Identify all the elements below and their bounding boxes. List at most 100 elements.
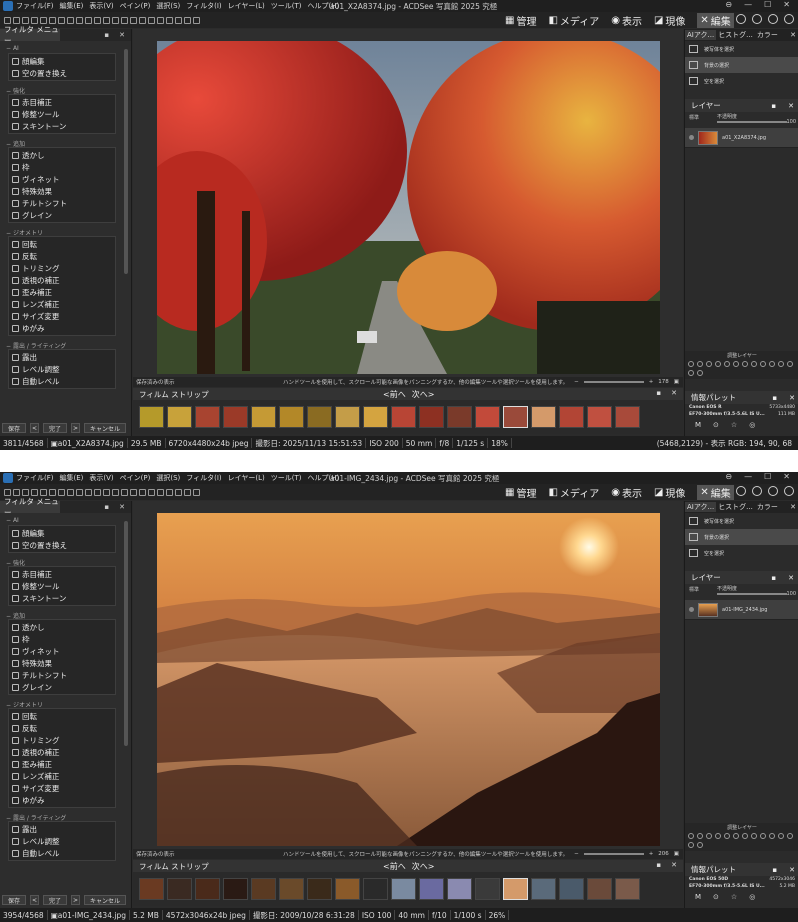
save-button[interactable]: 保存 <box>2 423 27 433</box>
done-button[interactable]: 完了 <box>43 423 68 433</box>
zoom-out-icon[interactable]: − <box>574 379 579 385</box>
filmstrip-thumbnail[interactable] <box>559 406 584 428</box>
saved-view-label[interactable]: 保存済みの表示 <box>136 850 175 858</box>
ai-select-background[interactable]: 背景の選択 <box>685 529 798 545</box>
mode-manage[interactable]: ▦ 管理 <box>505 485 536 500</box>
group-head-add[interactable]: − 追加 <box>0 137 122 148</box>
opacity-slider[interactable] <box>717 121 787 123</box>
dodge-tool-icon[interactable] <box>148 488 155 496</box>
menu-select[interactable]: 選択(S) <box>156 1 180 11</box>
filter-item[interactable]: 枠 <box>9 633 115 645</box>
pin-icon[interactable]: ▪ <box>104 503 109 511</box>
menu-file[interactable]: ファイル(F) <box>16 1 54 11</box>
group-head-exposure[interactable]: − 露出 / ライティング <box>0 339 122 350</box>
adj-levels-icon[interactable] <box>688 361 694 367</box>
adj-vibrance-icon[interactable] <box>751 361 757 367</box>
blur-tool-icon[interactable] <box>175 16 182 24</box>
adj-vibrance-icon[interactable] <box>751 833 757 839</box>
chart-icon[interactable] <box>768 486 778 496</box>
fill-tool-icon[interactable] <box>139 488 146 496</box>
layers-close-icon[interactable]: ✕ <box>788 102 794 110</box>
group-head-enhance[interactable]: − 強化 <box>0 556 122 567</box>
info-close-icon[interactable]: ✕ <box>789 866 795 874</box>
dodge-tool-icon[interactable] <box>148 16 155 24</box>
filter-item[interactable]: 露出 <box>9 351 115 363</box>
close-button[interactable]: ✕ <box>783 472 790 481</box>
filmstrip-thumbnail[interactable] <box>251 878 276 900</box>
filmstrip-close-icon[interactable]: ✕ <box>671 389 677 397</box>
filter-item[interactable]: 回転 <box>9 238 115 250</box>
menu-select[interactable]: 選択(S) <box>156 473 180 483</box>
filter-item[interactable]: ヴィネット <box>9 645 115 657</box>
line-tool-icon[interactable] <box>94 488 101 496</box>
group-head-exposure[interactable]: − 露出 / ライティング <box>0 811 122 822</box>
filter-item[interactable]: 透かし <box>9 149 115 161</box>
filmstrip-close-icon[interactable]: ✕ <box>671 861 677 869</box>
filmstrip-thumbnail[interactable] <box>419 406 444 428</box>
globe-icon[interactable] <box>736 486 746 496</box>
layers-close-icon[interactable]: ✕ <box>788 574 794 582</box>
tab-histogram[interactable]: ヒストグ... <box>716 30 755 40</box>
filter-item[interactable]: ゆがみ <box>9 794 115 806</box>
swatch-icon[interactable] <box>193 16 200 24</box>
menu-pane[interactable]: ペイン(P) <box>120 473 151 483</box>
mode-view[interactable]: ◉ 表示 <box>611 13 642 28</box>
filmstrip-thumbnail[interactable] <box>363 878 388 900</box>
filmstrip-thumbnail[interactable] <box>447 878 472 900</box>
zoom-value[interactable]: 178 <box>658 379 669 385</box>
select-tool-icon[interactable] <box>13 488 20 496</box>
filter-item[interactable]: 透視の補正 <box>9 746 115 758</box>
ai-select-subject[interactable]: 被写体を選択 <box>685 513 798 529</box>
group-head-add[interactable]: − 追加 <box>0 609 122 620</box>
ellipse-tool-icon[interactable] <box>49 16 56 24</box>
panel-close-icon[interactable]: ✕ <box>119 503 125 511</box>
filter-item[interactable]: チルトシフト <box>9 669 115 681</box>
filter-item[interactable]: トリミング <box>9 262 115 274</box>
adj-tone-icon[interactable] <box>742 833 748 839</box>
filmstrip-thumbnail[interactable] <box>531 406 556 428</box>
group-head-enhance[interactable]: − 強化 <box>0 84 122 95</box>
pin-icon[interactable]: ▪ <box>772 394 777 402</box>
filmstrip-thumbnail[interactable] <box>335 878 360 900</box>
adj-color-icon[interactable] <box>715 833 721 839</box>
adj-hsl-icon[interactable] <box>724 833 730 839</box>
pin-icon[interactable]: ▪ <box>771 102 776 110</box>
lasso-tool-icon[interactable] <box>58 488 65 496</box>
smudge-tool-icon[interactable] <box>166 488 173 496</box>
rectangle-tool-icon[interactable] <box>40 16 47 24</box>
cancel-button[interactable]: キャンセル <box>84 423 127 433</box>
adj-bw-icon[interactable] <box>733 833 739 839</box>
account-icon[interactable]: ⊖ <box>725 472 732 481</box>
eraser-tool-icon[interactable] <box>85 488 92 496</box>
filmstrip-thumbnail[interactable] <box>195 878 220 900</box>
tab-ai-actions[interactable]: AIアク... <box>685 30 717 40</box>
pin-icon[interactable]: ▪ <box>656 389 661 397</box>
filmstrip-thumbnail[interactable] <box>279 406 304 428</box>
mode-develop[interactable]: ◪ 現像 <box>654 13 685 28</box>
filter-item[interactable]: 空の置き換え <box>9 539 115 551</box>
filter-item[interactable]: 特殊効果 <box>9 185 115 197</box>
filmstrip-thumbnail[interactable] <box>531 878 556 900</box>
adj-wb-icon[interactable] <box>760 361 766 367</box>
filter-item[interactable]: 枠 <box>9 161 115 173</box>
filmstrip-thumbnail[interactable] <box>195 406 220 428</box>
panel-scrollbar[interactable] <box>124 49 128 274</box>
filmstrip-thumbnail[interactable] <box>475 406 500 428</box>
panel-close-icon[interactable]: ✕ <box>119 31 125 39</box>
back-arrow-icon[interactable]: < <box>30 423 40 433</box>
magic-wand-icon[interactable] <box>67 488 74 496</box>
next-button[interactable]: 次へ> <box>412 389 435 400</box>
tab-histogram[interactable]: ヒストグ... <box>716 502 755 512</box>
ai-select-sky[interactable]: 空を選択 <box>685 545 798 561</box>
mode-view[interactable]: ◉ 表示 <box>611 485 642 500</box>
adj-wb-icon[interactable] <box>760 833 766 839</box>
image-viewer[interactable] <box>133 29 683 377</box>
filmstrip-thumbnail[interactable] <box>251 406 276 428</box>
minimize-button[interactable]: — <box>744 472 752 481</box>
adj-mask-icon[interactable] <box>787 833 793 839</box>
filter-item[interactable]: レンズ補正 <box>9 770 115 782</box>
filter-item[interactable]: チルトシフト <box>9 197 115 209</box>
blur-tool-icon[interactable] <box>175 488 182 496</box>
filmstrip-thumbnail[interactable] <box>587 406 612 428</box>
filmstrip-thumbnail[interactable] <box>503 878 528 900</box>
